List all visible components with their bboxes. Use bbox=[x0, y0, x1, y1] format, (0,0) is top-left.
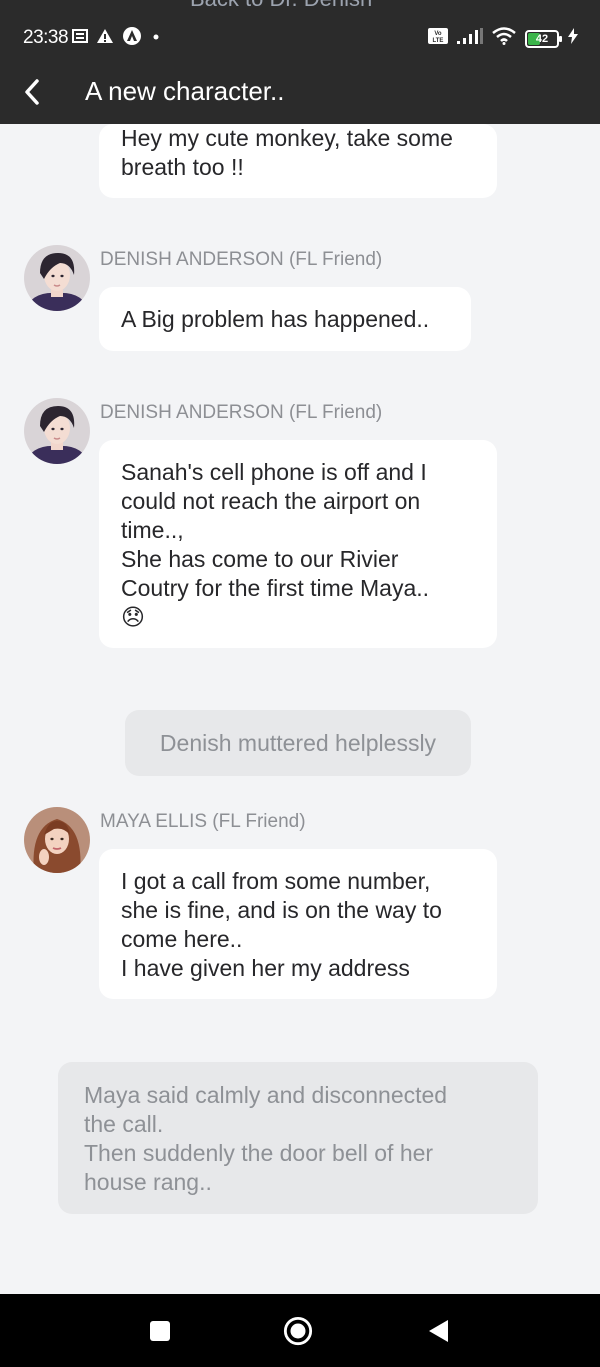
message-bubble[interactable]: Hey my cute monkey, take some breath too… bbox=[99, 124, 497, 198]
battery-level: 42 bbox=[535, 32, 549, 45]
battery-icon: 42 bbox=[525, 29, 562, 48]
svg-text:Vo: Vo bbox=[434, 31, 442, 37]
message-line: I got a call from some number, bbox=[121, 868, 431, 894]
avatar[interactable] bbox=[24, 245, 90, 311]
message-bubble[interactable]: I got a call from some number, she is fi… bbox=[99, 849, 497, 999]
message-line: she is fine, and is on the way to bbox=[121, 897, 442, 923]
narration-line: Then suddenly the door bell of her bbox=[84, 1140, 434, 1166]
avatar[interactable] bbox=[24, 807, 90, 873]
signal-icon bbox=[457, 28, 483, 49]
square-icon bbox=[150, 1321, 170, 1341]
narration-line: Maya said calmly and disconnected bbox=[84, 1082, 448, 1108]
recents-button[interactable] bbox=[145, 1316, 175, 1346]
narration-line: the call. bbox=[84, 1111, 164, 1137]
sad-face-emoji: 😞 bbox=[121, 604, 145, 630]
title-bar: A new character.. bbox=[0, 60, 600, 124]
message-line: come here.. bbox=[121, 926, 243, 952]
page-title: A new character.. bbox=[85, 76, 285, 106]
app-icon bbox=[122, 26, 142, 51]
circle-icon bbox=[283, 1316, 313, 1346]
svg-text:LTE: LTE bbox=[433, 38, 444, 44]
message-bubble[interactable]: A Big problem has happened.. bbox=[99, 287, 471, 351]
sender-name: DENISH ANDERSON (FL Friend) bbox=[100, 402, 383, 423]
sender-name: DENISH ANDERSON (FL Friend) bbox=[100, 249, 383, 270]
volte-icon: Vo LTE bbox=[428, 28, 448, 49]
back-button[interactable] bbox=[12, 72, 52, 112]
message-line: breath too !! bbox=[121, 154, 244, 180]
message-bubble[interactable]: Sanah's cell phone is off and I could no… bbox=[99, 440, 497, 648]
avatar[interactable] bbox=[24, 398, 90, 464]
message-line: Sanah's cell phone is off and I bbox=[121, 459, 427, 485]
message-line: Coutry for the first time Maya.. bbox=[121, 575, 430, 601]
narration-bubble: Denish muttered helplessly bbox=[125, 710, 471, 776]
back-nav-button[interactable] bbox=[424, 1316, 454, 1346]
chevron-left-icon bbox=[25, 79, 39, 105]
message-line: Hey my cute monkey, take some bbox=[121, 125, 453, 151]
wifi-icon bbox=[492, 27, 516, 50]
home-button[interactable] bbox=[283, 1316, 313, 1346]
message-line: She has come to our Rivier bbox=[121, 546, 399, 572]
navigation-bar bbox=[0, 1294, 600, 1367]
message-line: could not reach the airport on bbox=[121, 488, 421, 514]
narration-line: house rang.. bbox=[84, 1169, 212, 1195]
status-right-icons: Vo LTE 42 bbox=[428, 27, 578, 50]
notes-icon bbox=[72, 29, 88, 48]
ghost-back-text: Back to Dr. Denish bbox=[190, 0, 372, 12]
status-time: 23:38 bbox=[23, 27, 69, 48]
status-left-icons bbox=[72, 26, 162, 51]
narration-line: Denish muttered helplessly bbox=[159, 730, 437, 756]
dot-icon bbox=[150, 30, 162, 48]
sender-name: MAYA ELLIS (FL Friend) bbox=[100, 811, 306, 832]
warning-icon bbox=[96, 28, 114, 49]
triangle-back-icon bbox=[429, 1320, 448, 1342]
message-line: I have given her my address bbox=[121, 955, 410, 981]
message-line: time.., bbox=[121, 517, 184, 543]
narration-bubble: Maya said calmly and disconnected the ca… bbox=[58, 1062, 538, 1214]
charging-icon bbox=[568, 28, 578, 49]
message-line: A Big problem has happened.. bbox=[121, 306, 430, 332]
